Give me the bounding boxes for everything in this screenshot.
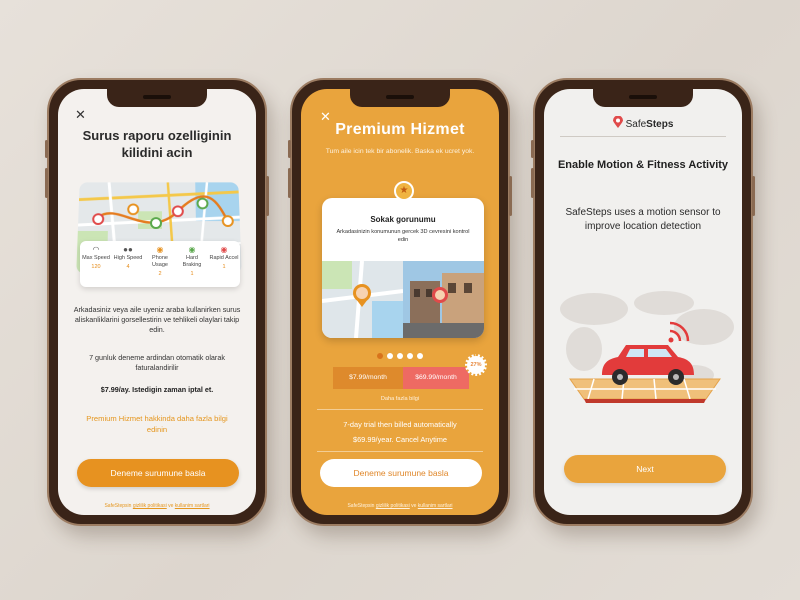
monthly-plan-option[interactable]: $7.99/month bbox=[333, 367, 403, 389]
phone-notch bbox=[350, 89, 450, 107]
award-medal-icon: ★ bbox=[394, 181, 414, 201]
carousel-dot[interactable] bbox=[377, 353, 383, 359]
app-logo: SafeSteps bbox=[544, 116, 742, 130]
feature-carousel-card: Sokak gorunumu Arkadasinizin konumunun g… bbox=[322, 198, 484, 338]
logo-suffix: Steps bbox=[646, 119, 674, 130]
stat-label: High Speed bbox=[113, 255, 143, 261]
report-unlock-screen: ✕ Surus raporu ozelliginin kilidini acin bbox=[58, 89, 256, 515]
phone-frame-premium: ✕ Premium Hizmet Tum aile icin tek bir a… bbox=[288, 78, 512, 526]
stat-label: Hard Braking bbox=[182, 255, 202, 268]
permission-description: SafeSteps uses a motion sensor to improv… bbox=[565, 207, 721, 232]
page-title: Premium Hizmet bbox=[335, 121, 465, 138]
speedometer-icon: ◠ bbox=[92, 245, 100, 254]
divider bbox=[317, 451, 483, 452]
footer-and: ve bbox=[411, 503, 417, 509]
privacy-policy-link[interactable]: gizlilik politikasi bbox=[376, 503, 410, 509]
start-trial-button[interactable]: Deneme surumune basla bbox=[320, 459, 482, 487]
stat-value: 1 bbox=[222, 264, 226, 270]
stat-phone-usage: ◉ Phone Usage 2 bbox=[145, 245, 175, 287]
stat-value: 2 bbox=[158, 271, 162, 277]
brake-icon: ◉ bbox=[188, 245, 196, 254]
page-title: Enable Motion & Fitness Activity bbox=[557, 159, 729, 171]
logo-prefix: Safe bbox=[625, 119, 647, 130]
location-pin-icon bbox=[612, 116, 623, 128]
next-button[interactable]: Next bbox=[564, 455, 726, 483]
street-view-illustration bbox=[322, 261, 484, 338]
carousel-dot[interactable] bbox=[397, 353, 403, 359]
footer-prefix: SafeStepsin bbox=[347, 503, 375, 509]
stat-value: 1 bbox=[190, 271, 194, 277]
trial-info: 7 gunluk deneme ardindan otomatik olarak… bbox=[89, 353, 225, 372]
privacy-policy-link[interactable]: gizlilik politikasi bbox=[133, 503, 167, 509]
divider bbox=[317, 409, 483, 410]
footer-prefix: SafeStepsin bbox=[104, 503, 132, 509]
phone-icon: ◉ bbox=[156, 245, 164, 254]
stat-label: Phone Usage bbox=[152, 255, 168, 268]
trial-line: 7-day trial then billed automatically bbox=[343, 420, 457, 429]
carousel-dot[interactable] bbox=[407, 353, 413, 359]
stat-max-speed: ◠ Max Speed 120 bbox=[81, 245, 111, 287]
legal-footer: SafeStepsin gizlilik politikasi ve kulla… bbox=[305, 503, 495, 509]
carousel-dot[interactable] bbox=[387, 353, 393, 359]
divider bbox=[560, 136, 726, 137]
page-subtitle: Tum aile icin tek bir abonelik. Baska ek… bbox=[325, 148, 475, 155]
stat-high-speed: ●● High Speed 4 bbox=[113, 245, 143, 287]
feature-description: Arkadasiniz veya aile uyeniz araba kulla… bbox=[73, 305, 241, 334]
driving-stats-card: ◠ Max Speed 120 ●● High Speed 4 ◉ Phone … bbox=[80, 241, 240, 287]
accel-icon: ◉ bbox=[220, 245, 228, 254]
motion-permission-screen: SafeSteps Enable Motion & Fitness Activi… bbox=[544, 89, 742, 515]
trial-terms: 7-day trial then billed automatically $6… bbox=[311, 417, 489, 447]
feature-title: Sokak gorunumu bbox=[370, 215, 436, 224]
phone-notch bbox=[107, 89, 207, 107]
more-info-link[interactable]: Daha fazla bilgi bbox=[301, 396, 499, 402]
phone-frame-permission: SafeSteps Enable Motion & Fitness Activi… bbox=[531, 78, 755, 526]
people-icon: ●● bbox=[123, 245, 133, 254]
discount-badge: 27% bbox=[465, 354, 487, 376]
car-on-map-illustration bbox=[560, 291, 734, 403]
premium-screen: ✕ Premium Hizmet Tum aile icin tek bir a… bbox=[301, 89, 499, 515]
stat-hard-braking: ◉ Hard Braking 1 bbox=[177, 245, 207, 287]
yearly-plan-option[interactable]: $69.99/month bbox=[403, 367, 469, 389]
terms-link[interactable]: kullanim sartlari bbox=[418, 503, 453, 509]
terms-link[interactable]: kullanim sartlari bbox=[175, 503, 210, 509]
stat-rapid-accel: ◉ Rapid Accel 1 bbox=[209, 245, 239, 287]
carousel-dot[interactable] bbox=[417, 353, 423, 359]
stat-label: Max Speed bbox=[82, 255, 110, 261]
stat-value: 4 bbox=[126, 264, 130, 270]
phone-frame-report: ✕ Surus raporu ozelliginin kilidini acin bbox=[45, 78, 269, 526]
start-trial-button[interactable]: Deneme surumune basla bbox=[77, 459, 239, 487]
legal-footer: SafeStepsin gizlilik politikasi ve kulla… bbox=[62, 503, 252, 509]
stat-label: Rapid Accel bbox=[209, 255, 239, 261]
footer-and: ve bbox=[168, 503, 174, 509]
price-line: $69.99/year. Cancel Anytime bbox=[352, 435, 448, 444]
phone-notch bbox=[593, 89, 693, 107]
price-info: $7.99/ay. Istedigin zaman iptal et. bbox=[100, 385, 214, 394]
feature-description: Arkadasinizin konumunun gercek 3D cevres… bbox=[336, 229, 470, 243]
page-title: Surus raporu ozelliginin kilidini acin bbox=[82, 128, 232, 160]
stat-value: 120 bbox=[91, 264, 101, 270]
learn-more-link[interactable]: Premium Hizmet hakkinda daha fazla bilgi… bbox=[78, 413, 236, 435]
close-icon[interactable]: ✕ bbox=[75, 107, 86, 123]
